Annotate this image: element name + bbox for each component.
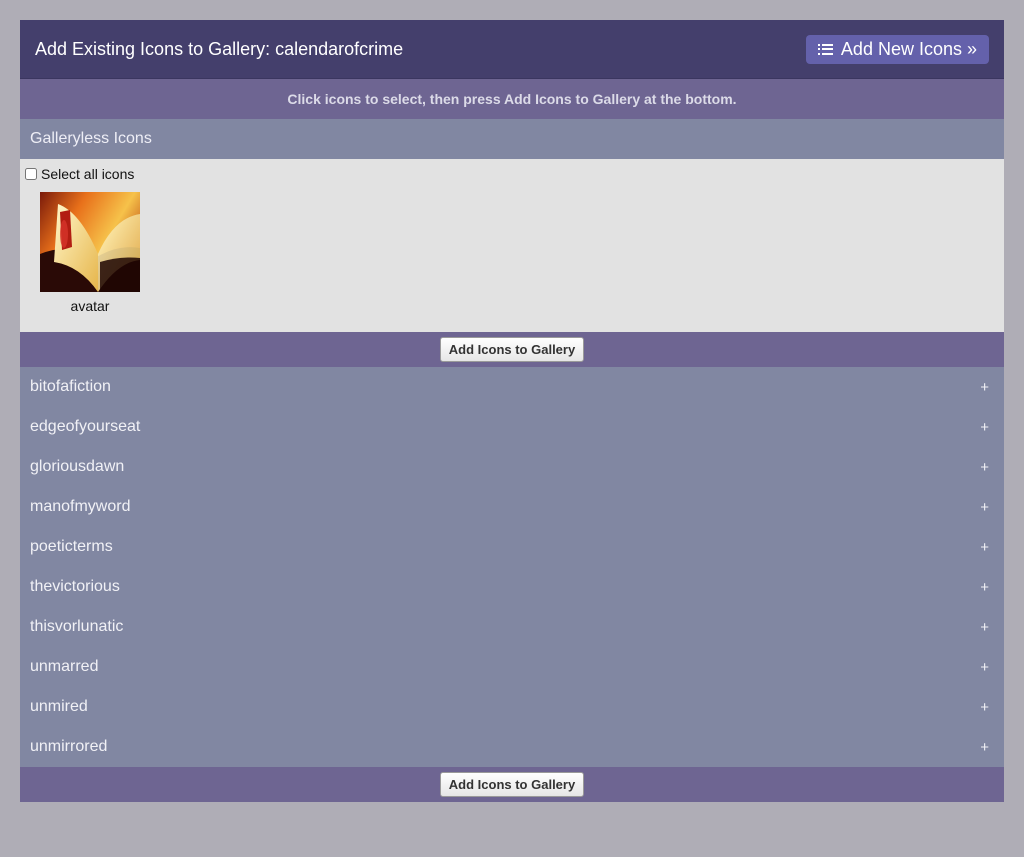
gallery-name: unmirrored xyxy=(30,738,108,755)
gallery-row[interactable]: gloriousdawn + xyxy=(20,447,1004,487)
gallery-list: bitofafiction + edgeofyourseat + gloriousdaw… xyxy=(20,367,1004,767)
top-add-bar: Add Icons to Gallery xyxy=(20,332,1004,367)
bottom-add-bar: Add Icons to Gallery xyxy=(20,767,1004,802)
gallery-name: bitofafiction xyxy=(30,378,111,395)
icon-label: avatar xyxy=(70,298,110,314)
expand-toggle-icon[interactable]: + xyxy=(980,619,989,636)
expand-toggle-icon[interactable]: + xyxy=(980,659,989,676)
add-icons-to-gallery-button-top[interactable]: Add Icons to Gallery xyxy=(439,337,585,362)
gallery-row[interactable]: edgeofyourseat + xyxy=(20,407,1004,447)
expand-toggle-icon[interactable]: + xyxy=(980,579,989,596)
add-icons-to-gallery-button-bottom[interactable]: Add Icons to Gallery xyxy=(439,772,585,797)
expand-toggle-icon[interactable]: + xyxy=(980,379,989,396)
add-new-icons-button[interactable]: Add New Icons » xyxy=(805,34,989,64)
expand-toggle-icon[interactable]: + xyxy=(980,739,989,756)
instructions-bar: Click icons to select, then press Add Ic… xyxy=(20,79,1004,119)
gallery-name: unmarred xyxy=(30,658,99,675)
add-new-icons-label: Add New Icons » xyxy=(840,38,977,59)
gallery-name: unmired xyxy=(30,698,88,715)
select-all-checkbox[interactable] xyxy=(25,168,37,180)
gallery-name: edgeofyourseat xyxy=(30,418,141,435)
gallery-name: thisvorlunatic xyxy=(30,618,124,635)
gallery-name: thevictorious xyxy=(30,578,120,595)
expand-toggle-icon[interactable]: + xyxy=(980,699,989,716)
expand-toggle-icon[interactable]: + xyxy=(980,499,989,516)
gallery-name: gloriousdawn xyxy=(30,458,125,475)
gallery-row[interactable]: unmirrored + xyxy=(20,727,1004,767)
gallery-row[interactable]: unmarred + xyxy=(20,647,1004,687)
gallery-row[interactable]: manofmyword + xyxy=(20,487,1004,527)
gallery-row[interactable]: thisvorlunatic + xyxy=(20,607,1004,647)
gallery-name: poeticterms xyxy=(30,538,113,555)
avatar-icon-image[interactable] xyxy=(40,192,140,292)
galleryless-icons-area: Select all icons avatar xyxy=(20,159,1004,332)
expand-toggle-icon[interactable]: + xyxy=(980,539,989,556)
expand-toggle-icon[interactable]: + xyxy=(980,459,989,476)
page-title: Add Existing Icons to Gallery: calendaro… xyxy=(35,38,404,59)
gallery-row[interactable]: bitofafiction + xyxy=(20,367,1004,407)
select-all-label: Select all icons xyxy=(41,166,135,182)
gallery-row[interactable]: thevictorious + xyxy=(20,567,1004,607)
icon-tile-avatar[interactable]: avatar xyxy=(40,192,140,314)
list-icon xyxy=(817,43,833,55)
gallery-row[interactable]: unmired + xyxy=(20,687,1004,727)
page-header: Add Existing Icons to Gallery: calendaro… xyxy=(20,20,1004,79)
gallery-name: manofmyword xyxy=(30,498,131,515)
expand-toggle-icon[interactable]: + xyxy=(980,419,989,436)
galleryless-heading: Galleryless Icons xyxy=(20,119,1004,159)
select-all[interactable]: Select all icons xyxy=(25,166,134,182)
gallery-row[interactable]: poeticterms + xyxy=(20,527,1004,567)
add-icons-panel: Add Existing Icons to Gallery: calendaro… xyxy=(20,20,1004,802)
